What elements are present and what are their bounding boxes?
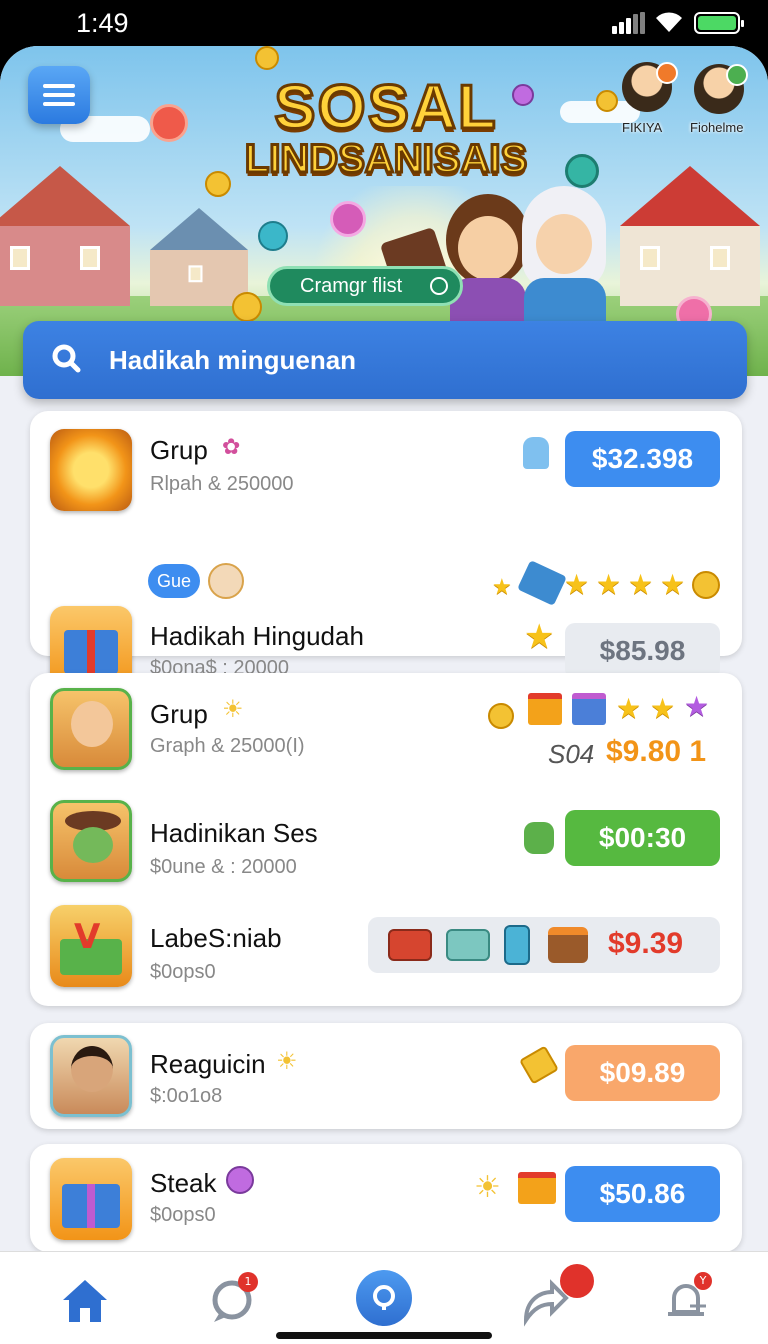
sun-icon: ☀ — [222, 695, 244, 723]
price-prefix: S04 — [548, 739, 595, 769]
gem-icon — [330, 201, 366, 237]
notification-badge — [656, 62, 678, 84]
ticket-icon — [519, 1045, 559, 1085]
coin-icon — [205, 171, 231, 197]
bell-icon — [523, 437, 549, 469]
clock-icon — [430, 277, 448, 295]
item-title: Hadikah Hingudah — [150, 621, 364, 651]
list-card: Steak $0ops0 ☀ $50.86 — [30, 1144, 742, 1252]
coin-icon — [232, 292, 262, 322]
home-icon — [63, 1280, 107, 1322]
block-icon — [504, 925, 530, 965]
list-card: Grup ✿ Rlpah & 250000 $32.398 Gue ★ ★ ★ ★ ★… — [30, 411, 742, 688]
signal-icon — [612, 12, 646, 34]
tab-home[interactable] — [55, 1270, 115, 1330]
list-card: Grup ☀ Graph & 25000(I) ★ ★ ★ S04 $9.80 1… — [30, 673, 742, 1006]
notification-badge: Y — [694, 1272, 712, 1290]
search-bar[interactable]: Hadikah minguenan — [23, 321, 747, 399]
crate-icon — [548, 927, 588, 963]
sun-icon — [50, 429, 132, 511]
gem-icon — [565, 154, 599, 188]
gift-icon — [518, 1172, 556, 1204]
item-title: Hadinikan Ses — [150, 818, 318, 848]
brick-icon — [388, 929, 432, 961]
wifi-icon — [656, 12, 682, 32]
list-item[interactable]: Grup ☀ Graph & 25000(I) ★ ★ ★ S04 $9.80 1 — [30, 673, 742, 783]
treasure-box-icon: V — [50, 905, 132, 987]
search-icon — [373, 1285, 395, 1310]
item-title: Steak — [150, 1168, 217, 1198]
avatar-name: Fiohelme — [690, 120, 744, 135]
battery-icon — [694, 12, 744, 34]
item-subtitle: $0ops0 — [150, 1204, 216, 1226]
item-subtitle: $0une & : 20000 — [150, 856, 297, 878]
item-subtitle: Graph & 25000(I) — [150, 735, 305, 757]
status-time: 1:49 — [76, 8, 129, 38]
sun-icon: ☀ — [474, 1170, 501, 1205]
coin-icon — [255, 46, 279, 70]
list-item[interactable]: Grup ✿ Rlpah & 250000 $32.398 — [30, 411, 742, 521]
coin-icon — [692, 571, 720, 599]
tile-icon — [446, 929, 490, 961]
item-subtitle: $0ops0 — [150, 961, 216, 983]
price-text[interactable]: $9.80 1 — [606, 735, 706, 769]
coin-icon — [596, 90, 618, 112]
cta-button[interactable]: Cramgr flist — [267, 266, 463, 306]
flower-icon: ✿ — [222, 435, 241, 460]
gift-icon — [572, 693, 606, 725]
menu-button[interactable] — [28, 66, 90, 124]
person-icon — [50, 688, 132, 770]
search-icon — [52, 344, 81, 373]
list-item[interactable]: Hadinikan Ses $0une & : 20000 $00:30 — [30, 788, 742, 888]
gift-icon — [528, 693, 562, 725]
price-button[interactable]: $32.398 — [565, 431, 720, 487]
list-card: Reaguicin ☀ $:0o1o8 $09.89 — [30, 1023, 742, 1129]
gift-icon — [50, 1158, 132, 1240]
list-item[interactable]: V LabeS:niab $0ops0 $9.39 — [30, 895, 742, 1005]
person-icon — [50, 1035, 132, 1117]
price-button[interactable]: $00:30 — [565, 810, 720, 866]
cactus-icon — [524, 822, 554, 854]
hat-person-icon — [50, 800, 132, 882]
list-item[interactable]: Steak $0ops0 ☀ $50.86 — [30, 1144, 742, 1252]
search-input[interactable]: Hadikah minguenan — [109, 345, 356, 376]
notification-badge — [726, 64, 748, 86]
star-icon: ★ — [524, 617, 555, 657]
price-text: $9.39 — [608, 927, 684, 960]
item-subtitle: $:0o1o8 — [150, 1085, 223, 1107]
sun-icon: ☀ — [276, 1047, 298, 1075]
app-logo: SOSAL LINDSANISAIS — [243, 73, 528, 182]
tab-notifications[interactable]: Y — [656, 1270, 716, 1330]
house-illustration — [0, 166, 130, 306]
notification-badge: 1 — [238, 1272, 258, 1292]
tab-chat[interactable]: 1 — [202, 1270, 262, 1330]
status-bar: 1:49 — [0, 0, 768, 46]
price-button[interactable]: $50.86 — [565, 1166, 720, 1222]
gem-icon — [226, 1166, 254, 1194]
house-illustration — [620, 166, 760, 306]
app-screen: SOSAL LINDSANISAIS FIKIYA Fiohelme Cramg… — [0, 46, 768, 1344]
item-title: Reaguicin — [150, 1049, 266, 1079]
gift-icon — [517, 560, 567, 606]
house-illustration — [150, 208, 248, 306]
price-panel[interactable]: $9.39 — [368, 917, 720, 973]
item-title: Grup — [150, 699, 208, 729]
avatar-name: FIKIYA — [622, 120, 663, 135]
coin-icon — [488, 703, 514, 729]
tab-share[interactable] — [512, 1264, 594, 1330]
home-indicator — [276, 1332, 492, 1339]
price-button[interactable]: $85.98 — [565, 623, 720, 679]
notification-badge — [560, 1264, 594, 1298]
avatar — [208, 563, 244, 599]
tab-search[interactable] — [354, 1270, 414, 1330]
list-item[interactable]: Reaguicin ☀ $:0o1o8 $09.89 — [30, 1023, 742, 1129]
bottom-tab-bar: 1 Y — [0, 1251, 768, 1344]
item-subtitle: Rlpah & 250000 — [150, 473, 294, 495]
item-title: Grup — [150, 435, 208, 465]
coin-icon — [150, 104, 188, 142]
tag-badge[interactable]: Gue — [148, 564, 200, 598]
price-button[interactable]: $09.89 — [565, 1045, 720, 1101]
gem-icon — [258, 221, 288, 251]
item-title: LabeS:niab — [150, 923, 282, 953]
